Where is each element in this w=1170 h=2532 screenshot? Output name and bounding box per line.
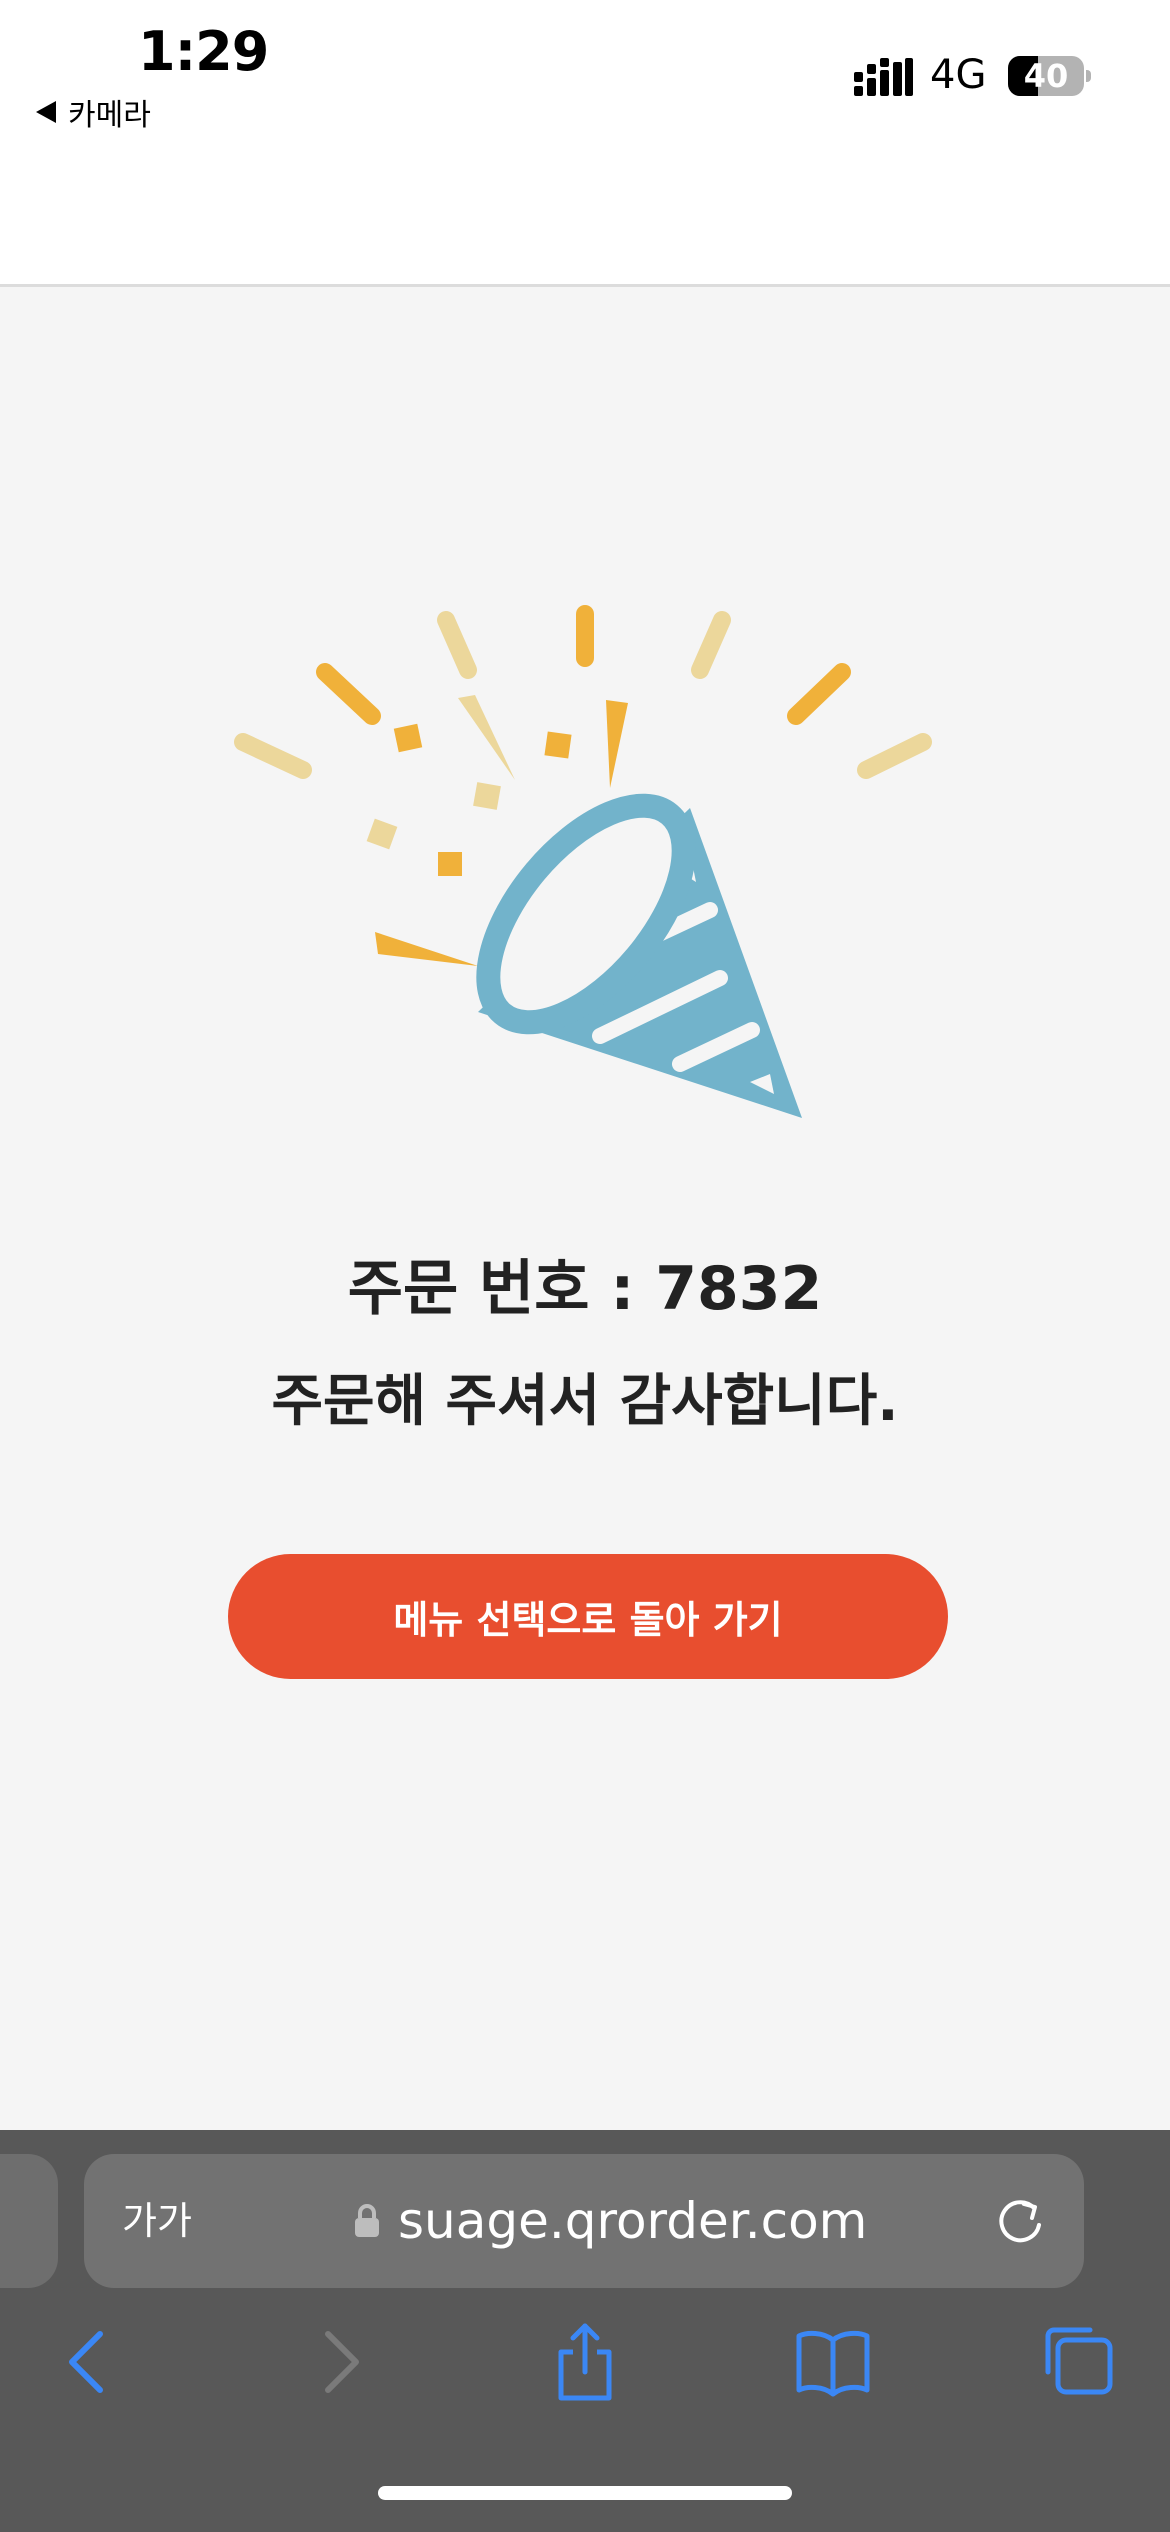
home-indicator[interactable] [378,2486,792,2500]
order-number-separator: : [589,1254,656,1324]
battery-icon: 40 [1008,56,1084,96]
order-number-value: 7832 [655,1254,823,1324]
party-popper-icon [234,605,932,1118]
top-area: 1:29 카메라 4G 40 [0,0,1170,287]
order-number-label: 주문 번호 [347,1254,590,1324]
thank-you-message: 주문해 주셔서 감사합니다. [271,1369,899,1434]
network-type: 4G [930,52,987,98]
status-time: 1:29 [138,20,269,83]
share-icon[interactable] [545,2322,625,2402]
back-app-label: 카메라 [68,98,151,133]
browser-toolbar: 가가 suage.qrorder.com [0,2130,1170,2532]
chevron-right-icon[interactable] [300,2322,380,2402]
chevron-left-icon[interactable] [48,2322,128,2402]
back-to-menu-button[interactable]: 메뉴 선택으로 돌아 가기 [228,1554,948,1679]
book-icon[interactable] [793,2322,873,2402]
lock-icon [355,2204,379,2237]
order-number: 주문 번호 : 7832 [0,1240,1170,1327]
text-size-button[interactable]: 가가 [122,2154,192,2288]
address-bar[interactable]: 가가 suage.qrorder.com [84,2154,1084,2288]
battery-tip [1086,70,1091,82]
previous-tab-preview[interactable] [0,2154,58,2288]
back-to-app-link[interactable]: 카메라 [36,90,151,134]
reload-icon[interactable] [994,2194,1048,2248]
signal-icon [854,58,913,96]
battery-percent: 40 [1023,57,1069,95]
back-triangle-icon [36,101,56,123]
url-text[interactable]: suage.qrorder.com [398,2154,867,2288]
tabs-icon[interactable] [1040,2322,1120,2402]
